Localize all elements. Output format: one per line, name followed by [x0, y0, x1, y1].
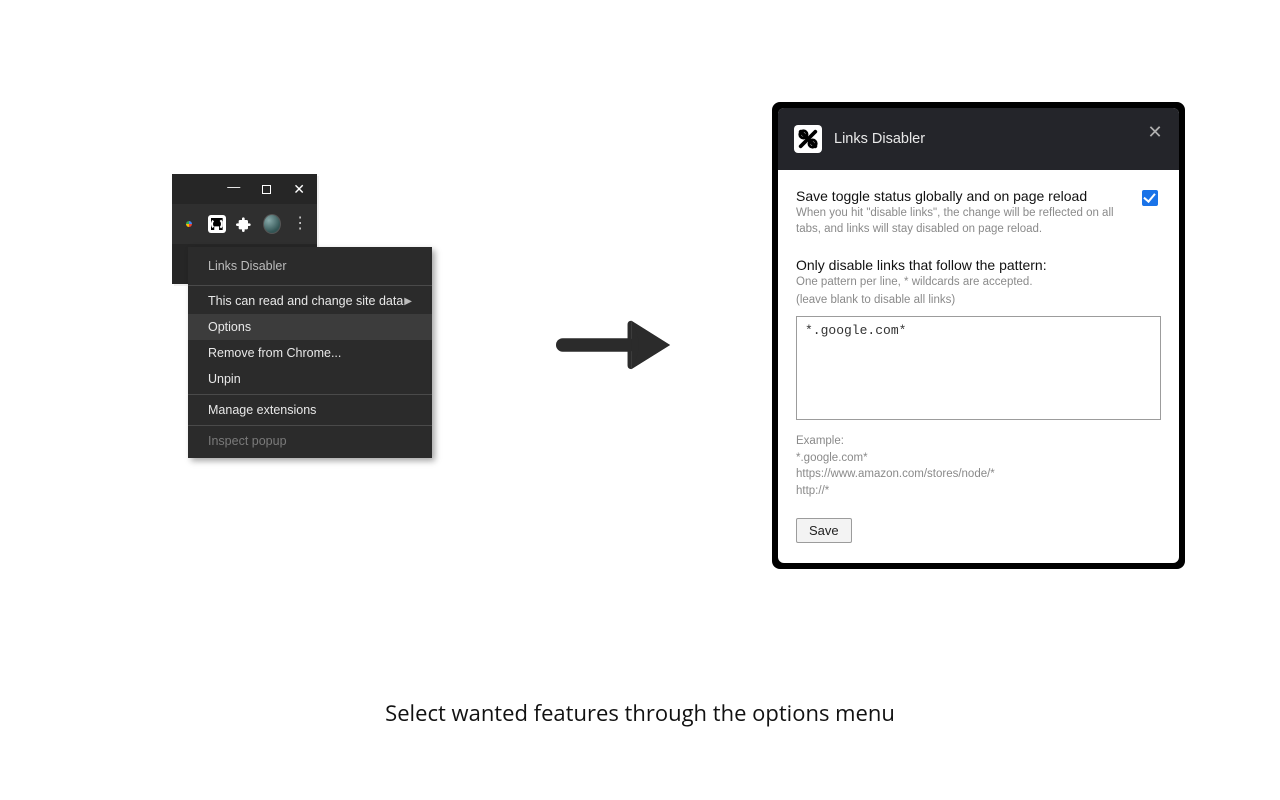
menu-separator [188, 425, 432, 426]
window-close-icon[interactable]: ✕ [293, 182, 305, 196]
menu-separator [188, 394, 432, 395]
option-description: One pattern per line, * wildcards are ac… [796, 275, 1136, 291]
menu-item-remove[interactable]: Remove from Chrome... [188, 340, 432, 366]
options-dialog-frame: Links Disabler ✕ Save toggle status glob… [772, 102, 1185, 569]
window-controls: — ✕ [172, 174, 317, 204]
save-button[interactable]: Save [796, 518, 852, 543]
option-description: (leave blank to disable all links) [796, 293, 1136, 309]
save-toggle-checkbox[interactable] [1142, 190, 1158, 206]
menu-item-label: Unpin [208, 372, 241, 386]
example-line: *.google.com* [796, 450, 1161, 467]
menu-item-manage-extensions[interactable]: Manage extensions [188, 397, 432, 423]
dialog-header: Links Disabler ✕ [778, 108, 1179, 170]
menu-item-inspect-popup[interactable]: Inspect popup [188, 428, 432, 454]
patterns-example: Example: *.google.com* https://www.amazo… [796, 433, 1161, 500]
links-disabler-extension-icon[interactable] [208, 215, 226, 233]
profile-avatar[interactable] [263, 215, 281, 233]
option-description: When you hit "disable links", the change… [796, 206, 1128, 237]
links-disabler-logo-icon [794, 125, 822, 153]
dialog-title: Links Disabler [834, 131, 925, 147]
patterns-textarea[interactable] [796, 316, 1161, 420]
sync-status-icon[interactable] [180, 215, 198, 233]
example-line: https://www.amazon.com/stores/node/* [796, 466, 1161, 483]
option-save-toggle: Save toggle status globally and on page … [796, 188, 1161, 237]
dialog-close-icon[interactable]: ✕ [1145, 122, 1165, 142]
option-title: Save toggle status globally and on page … [796, 188, 1128, 204]
chrome-menu-icon[interactable] [291, 215, 309, 233]
dialog-body: Save toggle status globally and on page … [778, 170, 1179, 563]
option-patterns-section: Only disable links that follow the patte… [796, 257, 1161, 543]
submenu-caret-icon: ▶ [404, 296, 412, 307]
figure-caption: Select wanted features through the optio… [0, 698, 1280, 728]
option-title: Only disable links that follow the patte… [796, 257, 1161, 273]
page-background-strip [300, 455, 325, 477]
menu-item-options[interactable]: Options [188, 314, 432, 340]
window-maximize-icon[interactable] [262, 185, 271, 194]
example-label: Example: [796, 433, 1161, 450]
menu-item-site-data[interactable]: This can read and change site data ▶ [188, 288, 432, 314]
menu-item-label: Remove from Chrome... [208, 346, 341, 360]
options-dialog: Links Disabler ✕ Save toggle status glob… [778, 108, 1179, 563]
window-minimize-icon[interactable]: — [227, 180, 240, 193]
menu-item-label: Options [208, 320, 251, 334]
menu-item-label: Manage extensions [208, 403, 316, 417]
extensions-puzzle-icon[interactable] [236, 215, 254, 233]
extension-context-menu: Links Disabler This can read and change … [188, 247, 432, 458]
context-menu-title: Links Disabler [188, 253, 432, 283]
browser-toolbar [172, 204, 317, 244]
menu-item-label: This can read and change site data [208, 294, 403, 308]
menu-item-label: Inspect popup [208, 434, 287, 448]
menu-item-unpin[interactable]: Unpin [188, 366, 432, 392]
menu-separator [188, 285, 432, 286]
arrow-right-icon [555, 315, 673, 373]
example-line: http://* [796, 483, 1161, 500]
